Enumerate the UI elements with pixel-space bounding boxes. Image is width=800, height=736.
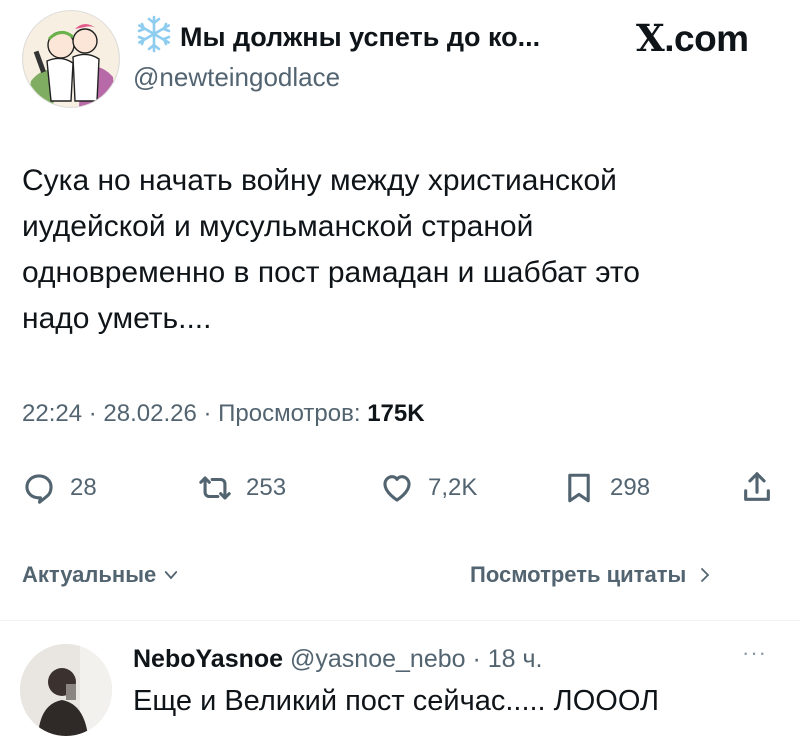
tweet-text-line: Сука но начать войну между христианской (22, 164, 617, 197)
site-suffix: .com (664, 18, 749, 59)
tweet-date[interactable]: 28.02.26 (103, 400, 196, 427)
snowflake-icon (134, 14, 174, 54)
reply-author-name[interactable]: NeboYasnoe (133, 645, 283, 673)
heart-icon (383, 475, 411, 502)
tweet-text-line: надо уметь.... (22, 302, 212, 335)
tweet-time[interactable]: 22:24 (22, 400, 82, 427)
divider (0, 620, 800, 621)
bookmark-button[interactable]: 298 (562, 470, 650, 506)
repost-icon (199, 476, 231, 500)
reply-time[interactable]: 18 ч. (488, 645, 543, 673)
bookmark-icon (568, 473, 590, 503)
sort-dropdown[interactable]: Актуальные (22, 562, 180, 588)
reply-author-handle[interactable]: @yasnoe_nebo (290, 645, 466, 673)
like-button[interactable]: 7,2K (380, 470, 477, 506)
view-quotes-label: Посмотреть цитаты (470, 562, 687, 587)
reply-icon (25, 474, 53, 504)
share-icon (744, 472, 770, 501)
reply-button[interactable]: 28 (22, 470, 97, 506)
repost-button[interactable]: 253 (198, 470, 286, 506)
tweet-text: Сука но начать войну между христианской … (22, 158, 782, 342)
chevron-right-icon (701, 568, 710, 582)
views-count: 175K (367, 400, 425, 427)
share-button[interactable] (740, 470, 774, 506)
reply-count: 28 (70, 474, 97, 501)
x-logo: X (636, 16, 665, 60)
reply-avatar[interactable] (20, 644, 112, 736)
more-options-icon[interactable]: ··· (742, 640, 767, 666)
views-label: Просмотров: (218, 400, 361, 427)
tweet-text-line: иудейской и мусульманской страной (22, 210, 534, 243)
view-quotes-link[interactable]: Посмотреть цитаты (470, 562, 714, 588)
author-display-name[interactable]: Мы должны успеть до ко... (180, 22, 540, 53)
chevron-down-icon (165, 571, 178, 580)
site-watermark: X.com (636, 16, 749, 60)
tweet-text-line: одновременно в пост рамадан и шаббат это (22, 256, 640, 289)
repost-count: 253 (246, 474, 287, 501)
tweet-meta: 22:24 · 28.02.26 · Просмотров: 175K (22, 400, 425, 427)
bookmark-count: 298 (610, 474, 651, 501)
like-count: 7,2K (428, 474, 478, 501)
reply-text: Еще и Великий пост сейчас..... ЛОООЛ (133, 685, 660, 717)
author-handle[interactable]: @newteingodlace (133, 62, 340, 93)
sort-label: Актуальные (22, 562, 157, 587)
reply-header: NeboYasnoe @yasnoe_nebo · 18 ч. (133, 645, 543, 673)
author-avatar[interactable] (22, 10, 120, 108)
